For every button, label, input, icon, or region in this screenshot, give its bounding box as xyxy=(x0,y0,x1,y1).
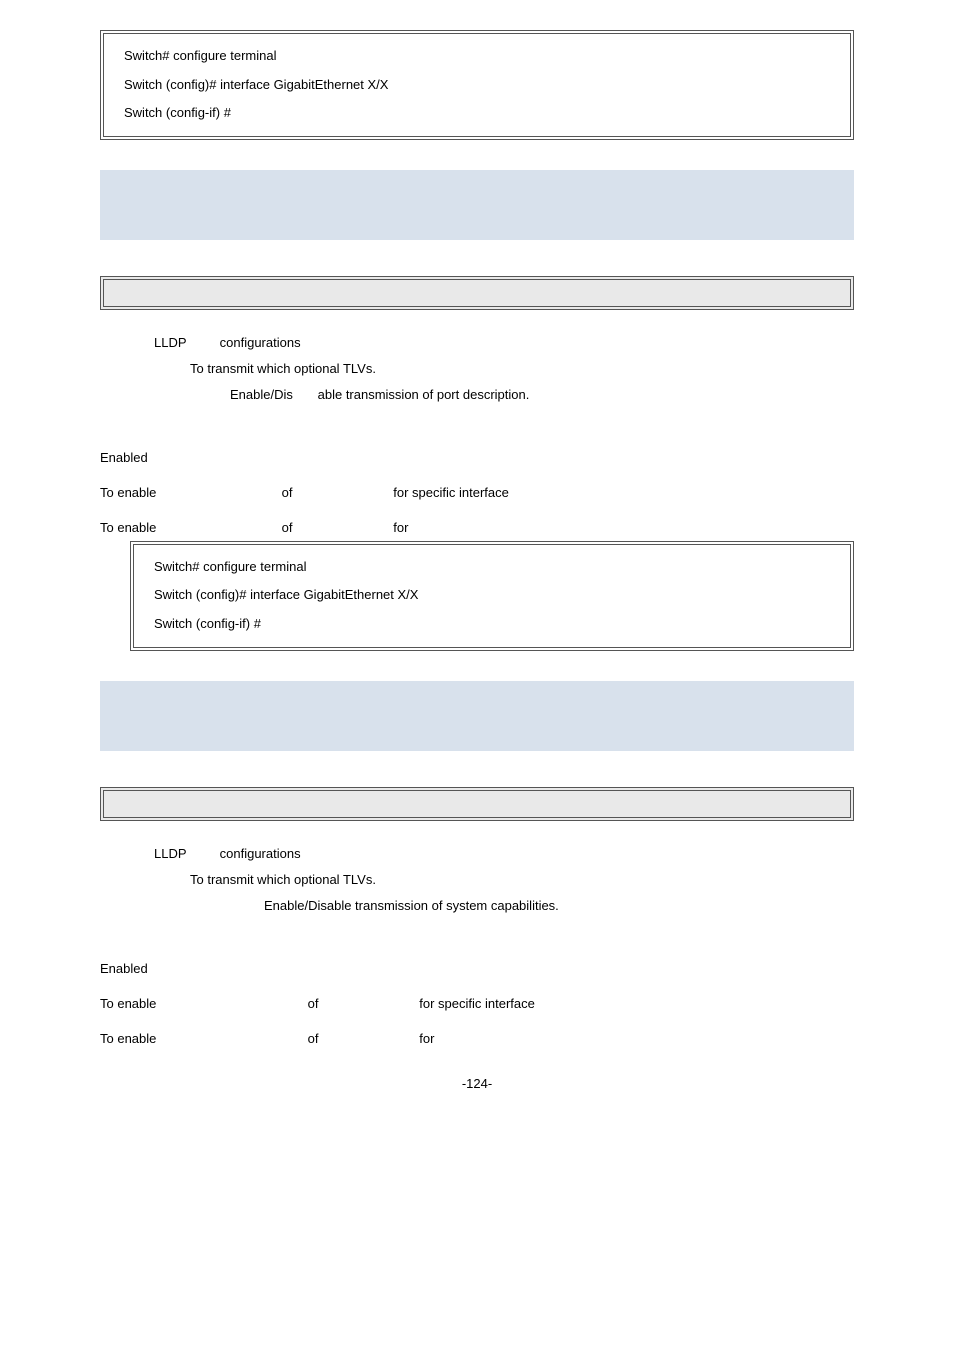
optional-tlv-text: To transmit which optional TLVs. xyxy=(190,872,376,887)
enabled-label: Enabled xyxy=(100,450,854,465)
section-band xyxy=(100,170,854,240)
section-band xyxy=(100,681,854,751)
config-text-block: LLDP configurations To transmit which op… xyxy=(100,330,854,408)
for-text: for xyxy=(419,1031,434,1046)
enabled-label: Enabled xyxy=(100,961,854,976)
enable-specific-line: To enable of for specific interface xyxy=(100,485,854,500)
to-enable-text: To enable xyxy=(100,1031,304,1046)
cmd-line: Switch (config)# interface GigabitEthern… xyxy=(154,581,830,610)
of-text: of xyxy=(282,520,390,535)
optional-tlv-text: To transmit which optional TLVs. xyxy=(190,361,376,376)
to-enable-text: To enable xyxy=(100,520,278,535)
cmd-line: Switch# configure terminal xyxy=(124,42,830,71)
page-number: -124- xyxy=(100,1076,854,1091)
config-label: configurations xyxy=(220,335,301,350)
config-text-block-2: LLDP configurations To transmit which op… xyxy=(100,841,854,919)
to-enable-text: To enable xyxy=(100,996,304,1011)
cmd-line: Switch (config)# interface GigabitEthern… xyxy=(124,71,830,100)
cmd-line: Switch# configure terminal xyxy=(154,553,830,582)
enable-for-line: To enable of for xyxy=(100,520,854,535)
port-desc-text: able transmission of port description. xyxy=(318,387,530,402)
code-box-2: Switch# configure terminal Switch (confi… xyxy=(130,541,854,651)
enable-dis-text: Enable/Dis xyxy=(230,382,314,408)
enable-for-line: To enable of for xyxy=(100,1031,854,1046)
cmd-line: Switch (config-if) # xyxy=(124,99,830,128)
enable-specific-line: To enable of for specific interface xyxy=(100,996,854,1011)
lldp-label: LLDP xyxy=(154,330,216,356)
of-text: of xyxy=(308,996,416,1011)
of-text: of xyxy=(282,485,390,500)
of-text: of xyxy=(308,1031,416,1046)
for-text: for xyxy=(393,520,408,535)
config-label: configurations xyxy=(220,846,301,861)
system-cap-text: Enable/Disable transmission of system ca… xyxy=(264,898,559,913)
code-box-1: Switch# configure terminal Switch (confi… xyxy=(100,30,854,140)
for-specific-text: for specific interface xyxy=(419,996,535,1011)
syntax-box xyxy=(100,787,854,821)
to-enable-text: To enable xyxy=(100,485,278,500)
lldp-label: LLDP xyxy=(154,841,216,867)
for-specific-text: for specific interface xyxy=(393,485,509,500)
cmd-line: Switch (config-if) # xyxy=(154,610,830,639)
syntax-box xyxy=(100,276,854,310)
